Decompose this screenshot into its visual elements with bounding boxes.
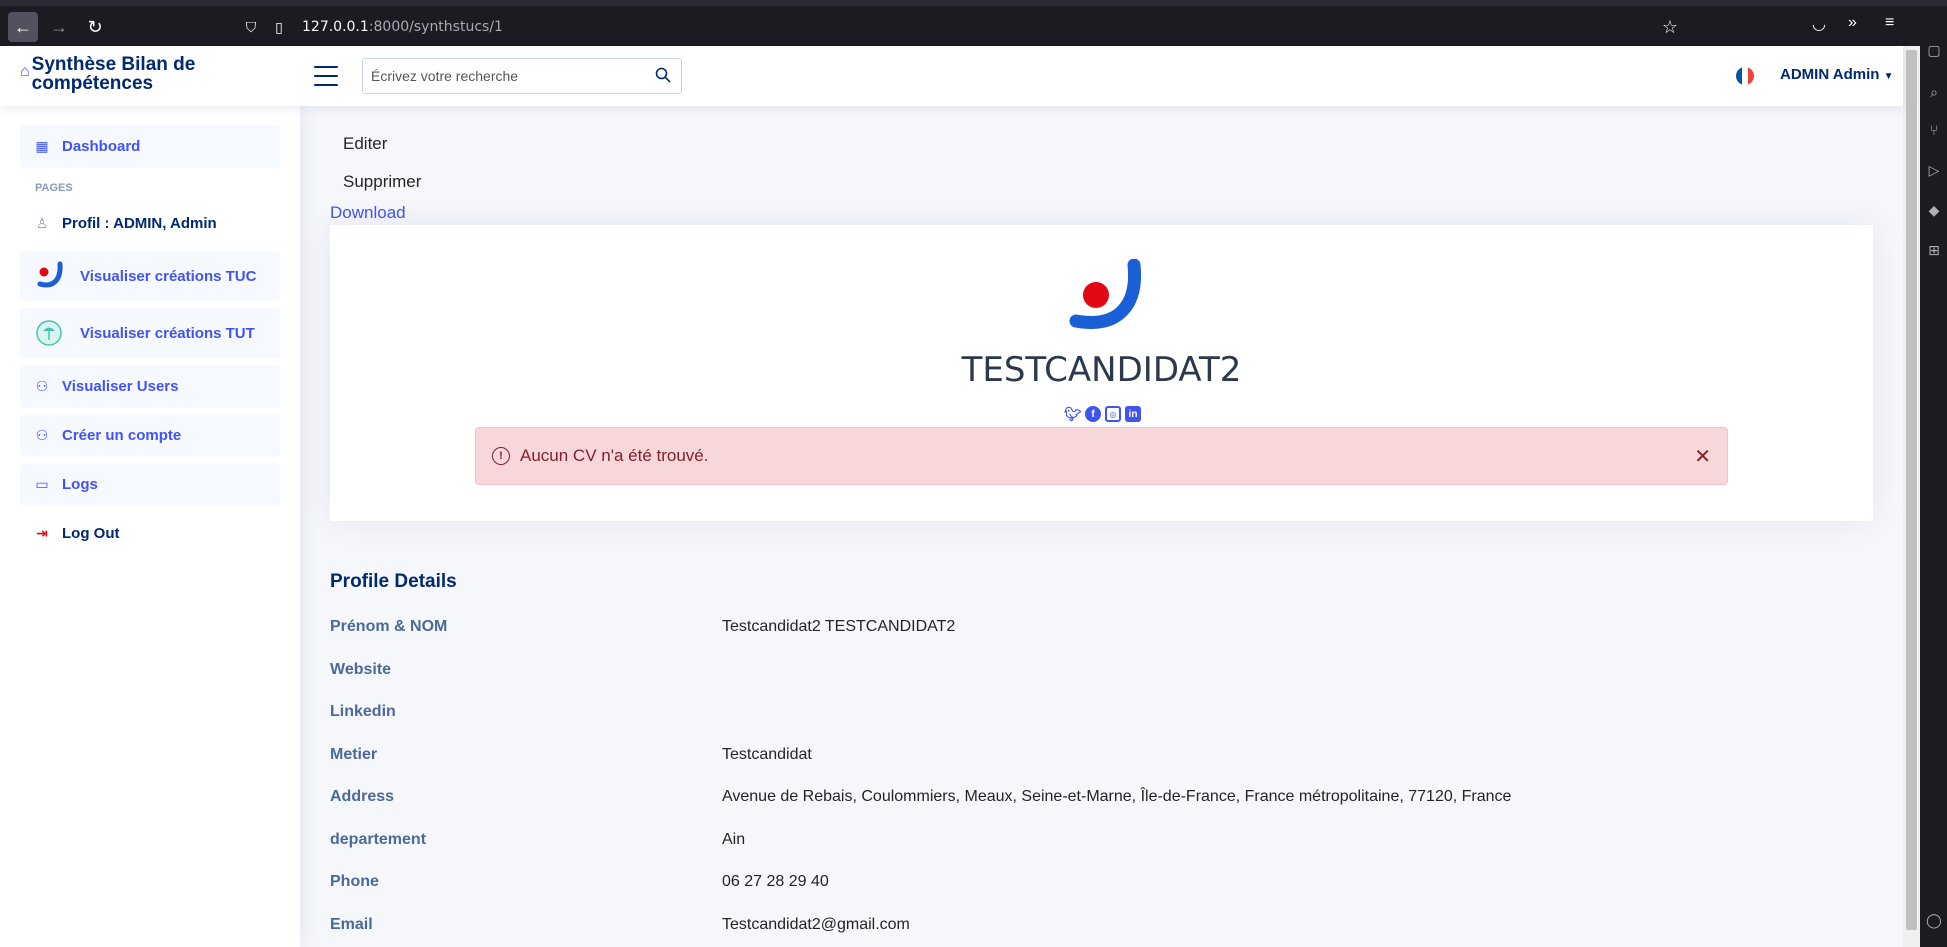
reload-icon[interactable]: ↻ — [80, 12, 110, 42]
company-logo — [1062, 258, 1142, 337]
page-icon[interactable]: ▢ — [1925, 42, 1943, 60]
page-icon: ▯ — [275, 18, 283, 35]
profile-card: TESTCANDIDAT2 🐦︎ f ◎ in ! Aucun CV n'a é… — [330, 225, 1873, 521]
detail-label: departement — [330, 831, 427, 848]
book-icon: ▭ — [35, 476, 49, 492]
extensions-icon[interactable]: ⊞ — [1925, 242, 1943, 260]
sidebar-item-tuc[interactable]: Visualiser créations TUC — [20, 251, 280, 301]
sidebar-item-tut[interactable]: Visualiser créations TUT — [20, 308, 280, 358]
profile-details-title: Profile Details — [330, 571, 457, 592]
python-icon[interactable]: ◆ — [1925, 202, 1943, 220]
sidebar-item-logs[interactable]: ▭ Logs — [20, 463, 280, 506]
app-header: ⌂ Synthèse Bilan de compétences ADMIN Ad… — [0, 46, 1903, 106]
sidebar-item-users[interactable]: ⚇ Visualiser Users — [20, 365, 280, 408]
candidate-name: TESTCANDIDAT2 — [961, 350, 1242, 390]
app-logo[interactable]: ⌂ Synthèse Bilan de compétences — [20, 55, 202, 93]
sidebar-item-dashboard[interactable]: ▦ Dashboard — [20, 125, 280, 168]
search-icon[interactable] — [655, 67, 671, 88]
address-bar[interactable]: ⛉ ▯ 127.0.0.1:8000/synthstucs/1 ☆ — [232, 11, 1688, 43]
detail-value: Testcandidat2@gmail.com — [722, 916, 910, 933]
account-icon[interactable]: ◯ — [1925, 912, 1943, 930]
logo-text: Synthèse Bilan de compétences — [31, 54, 196, 94]
sidebar-item-create-account[interactable]: ⚇ Créer un compte — [20, 414, 280, 457]
sidebar-item-profil[interactable]: ♙ Profil : ADMIN, Admin — [20, 202, 280, 245]
browser-toolbar: ← → ↻ ⛉ ▯ 127.0.0.1:8000/synthstucs/1 ☆ … — [0, 0, 1947, 46]
alert-message: Aucun CV n'a été trouvé. — [520, 446, 709, 465]
no-cv-alert: ! Aucun CV n'a été trouvé. ✕ — [475, 427, 1728, 485]
linkedin-icon[interactable]: in — [1125, 406, 1141, 422]
detail-label: Prénom & NOM — [330, 618, 448, 635]
twitter-icon[interactable]: 🐦︎ — [1064, 406, 1082, 422]
run-icon[interactable]: ▷ — [1925, 162, 1943, 180]
detail-value: Testcandidat — [722, 746, 812, 763]
tuc-logo-icon — [34, 261, 64, 291]
detail-value: 06 27 28 29 40 — [722, 873, 829, 890]
detail-value: Testcandidat2 TESTCANDIDAT2 — [722, 618, 956, 635]
forward-arrow-icon[interactable]: → — [44, 12, 74, 42]
people-icon: ⚇ — [35, 427, 49, 443]
detail-label: Website — [330, 661, 392, 678]
delete-link[interactable]: Supprimer — [343, 172, 421, 192]
detail-value: Ain — [722, 831, 746, 848]
scroll-thumb[interactable] — [1906, 50, 1917, 930]
search-form — [362, 58, 682, 94]
url-text[interactable]: 127.0.0.1:8000/synthstucs/1 — [302, 19, 503, 35]
user-dropdown[interactable]: ADMIN Admin ▼ — [1780, 66, 1894, 83]
search-input[interactable] — [363, 61, 638, 91]
instagram-icon[interactable]: ◎ — [1105, 406, 1121, 422]
close-icon[interactable]: ✕ — [1694, 444, 1711, 469]
detail-label: Email — [330, 916, 373, 933]
detail-label: Linkedin — [330, 703, 396, 720]
download-link[interactable]: Download — [330, 203, 406, 223]
facebook-icon[interactable]: f — [1085, 406, 1101, 422]
search-icon[interactable]: ⌕ — [1925, 84, 1943, 102]
detail-value: Avenue de Rebais, Coulommiers, Meaux, Se… — [722, 788, 1512, 805]
sidebar-toggle-icon[interactable] — [314, 66, 338, 86]
overflow-chevrons-icon[interactable]: » — [1848, 14, 1857, 32]
caret-down-icon: ▼ — [1883, 71, 1894, 82]
sidebar: ▦ Dashboard PAGES ♙ Profil : ADMIN, Admi… — [0, 106, 300, 947]
menu-icon[interactable]: ≡ — [1885, 14, 1894, 32]
exclamation-circle-icon: ! — [492, 447, 510, 465]
shield-icon[interactable]: ⛉ — [242, 19, 260, 36]
detail-label: Phone — [330, 873, 379, 890]
detail-label: Address — [330, 788, 395, 805]
pocket-icon[interactable]: ◡ — [1812, 14, 1826, 34]
edit-link[interactable]: Editer — [343, 134, 387, 154]
back-arrow-icon[interactable]: ← — [8, 12, 38, 42]
sidebar-item-logout[interactable]: ⇥ Log Out — [20, 512, 280, 555]
tut-logo-icon — [34, 318, 64, 348]
sidebar-heading-pages: PAGES — [35, 182, 73, 194]
home-icon: ⌂ — [20, 63, 30, 80]
bookmark-star-icon[interactable]: ☆ — [1662, 17, 1678, 38]
page-scrollbar[interactable] — [1903, 46, 1920, 947]
detail-label: Metier — [330, 746, 378, 763]
logout-icon: ⇥ — [36, 525, 48, 541]
grid-icon: ▦ — [35, 138, 49, 154]
social-links: 🐦︎ f ◎ in — [1064, 406, 1141, 422]
person-icon: ♙ — [35, 215, 49, 231]
people-icon: ⚇ — [35, 378, 49, 394]
browser-side-strip: ▢ ⌕ ⑂ ▷ ◆ ⊞ ◯ — [1920, 42, 1947, 947]
french-flag-icon[interactable] — [1736, 67, 1754, 85]
git-icon[interactable]: ⑂ — [1925, 122, 1943, 140]
